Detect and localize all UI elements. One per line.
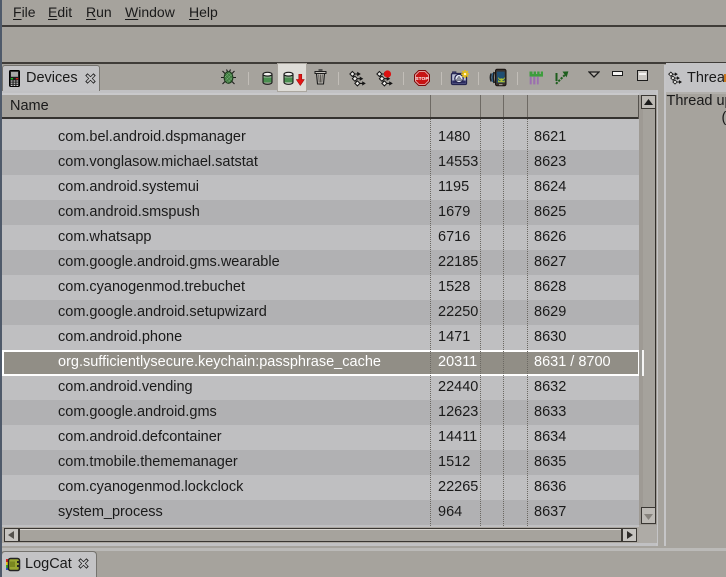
- svg-text:STOP: STOP: [415, 76, 429, 82]
